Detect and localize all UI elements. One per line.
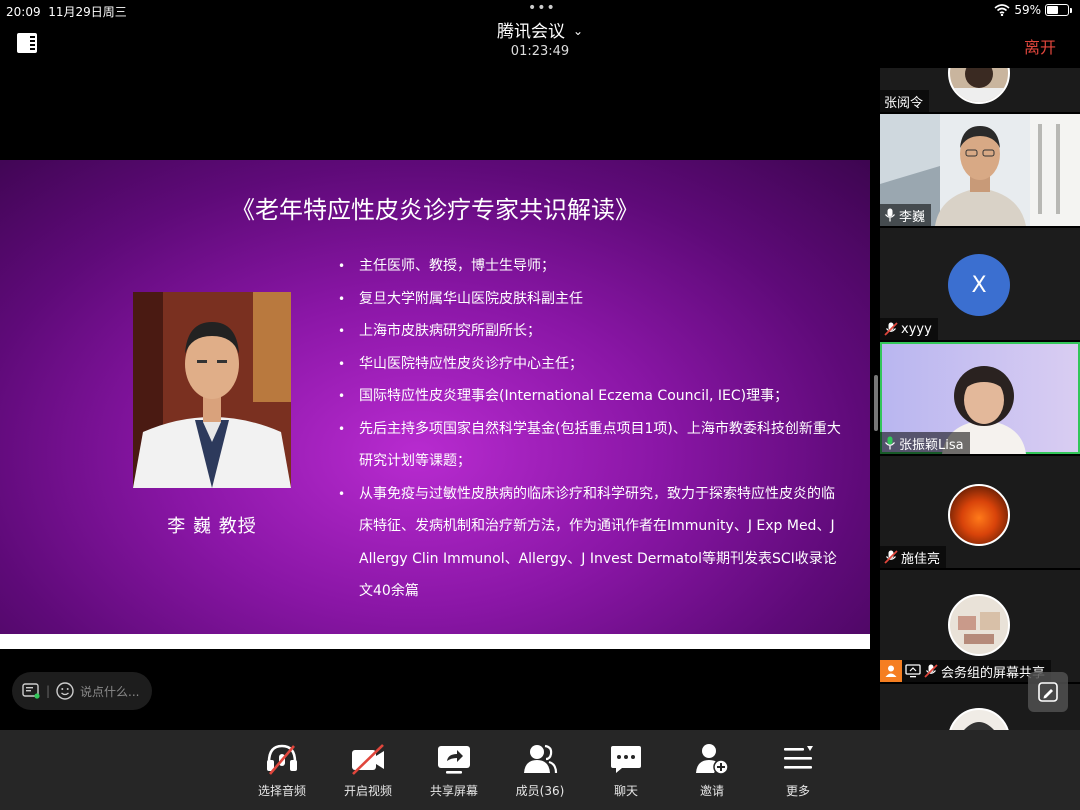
participant-tile[interactable]: 会务组的屏幕共享 [880, 570, 1080, 682]
avatar: X [948, 254, 1010, 316]
mic-active-icon [885, 436, 895, 450]
leave-button[interactable]: 离开 [1024, 34, 1056, 58]
speaker-bio-list: 主任医师、教授，博士生导师； 复旦大学附属华山医院皮肤科副主任 上海市皮肤病研究… [338, 250, 848, 608]
bio-item: 上海市皮肤病研究所副所长； [338, 315, 848, 348]
participant-label: 施佳亮 [880, 546, 947, 568]
status-time: 20:09 11月29日周三 [6, 5, 127, 19]
more-button[interactable]: 更多 [758, 742, 838, 799]
chat-button[interactable]: 聊天 [586, 742, 666, 799]
chat-bubble-icon[interactable] [22, 683, 40, 699]
bio-item: 华山医院特应性皮炎诊疗中心主任； [338, 348, 848, 381]
members-icon [524, 744, 558, 774]
participant-label: 张振颖Lisa [880, 432, 970, 454]
participant-label: 张阅令 [880, 90, 930, 112]
participant-name: xyyy [901, 321, 932, 337]
bio-item: 先后主持多项国家自然科学基金(包括重点项目1项)、上海市教委科技创新重大研究计划… [338, 413, 848, 478]
participant-tile-active[interactable]: 张振颖Lisa [880, 342, 1080, 454]
meeting-title[interactable]: 腾讯会议 [497, 22, 565, 42]
invite-button[interactable]: 邀请 [672, 742, 752, 799]
participant-label: xyyy [880, 318, 938, 340]
bio-item: 复旦大学附属华山医院皮肤科副主任 [338, 283, 848, 316]
presentation-slide: 《老年特应性皮炎诊疗专家共识解读》 李 巍 教授 主任医师、教授，博士生导师； … [0, 160, 870, 634]
participant-name: 施佳亮 [901, 551, 941, 567]
camera-off-icon [352, 744, 384, 775]
status-bar: 20:09 11月29日周三 ••• 59% [0, 0, 1080, 22]
wifi-icon [994, 4, 1010, 16]
participant-list[interactable]: 张阅令 李巍 X xyyy 张振颖Lisa 施佳亮 会务组的屏幕共享 [880, 68, 1080, 730]
participant-name: 张阅令 [884, 95, 924, 111]
shared-screen-area: 《老年特应性皮炎诊疗专家共识解读》 李 巍 教授 主任医师、教授，博士生导师； … [0, 68, 878, 730]
chat-placeholder[interactable]: 说点什么... [80, 683, 139, 700]
host-badge-icon [880, 660, 902, 682]
avatar [948, 68, 1010, 104]
status-right: 59% [994, 3, 1072, 17]
participant-tile[interactable]: 李巍 [880, 114, 1080, 226]
participant-label: 李巍 [880, 204, 932, 226]
mic-muted-icon [884, 550, 898, 564]
select-audio-button[interactable]: 选择音频 [242, 742, 322, 799]
members-button[interactable]: 成员(36) [500, 742, 580, 799]
bio-item: 国际特应性皮炎理事会(International Eczema Council,… [338, 380, 848, 413]
emoji-icon[interactable] [56, 682, 74, 700]
participant-tile[interactable]: X xyyy [880, 228, 1080, 340]
start-video-button[interactable]: 开启视频 [328, 742, 408, 799]
battery-icon [1045, 4, 1069, 16]
bio-item: 从事免疫与过敏性皮肤病的临床诊疗和科学研究，致力于探索特应性皮炎的临床特征、发病… [338, 478, 848, 608]
chat-input-pill[interactable]: | 说点什么... [12, 672, 152, 710]
participant-label: 会务组的屏幕共享 [880, 660, 1052, 682]
participant-name: 张振颖Lisa [899, 437, 964, 453]
share-screen-icon [438, 746, 470, 774]
mic-on-icon [885, 208, 895, 222]
bottom-toolbar: 选择音频 开启视频 共享屏幕 成员(36) 聊天 邀请 更多 [0, 730, 1080, 810]
speaker-portrait [133, 292, 291, 488]
avatar [948, 594, 1010, 656]
battery-percent: 59% [1014, 3, 1041, 17]
mic-muted-icon [924, 664, 938, 678]
mic-muted-icon [884, 322, 898, 336]
slide-title: 《老年特应性皮炎诊疗专家共识解读》 [231, 196, 639, 224]
participant-name: 李巍 [899, 209, 926, 225]
multitasking-dots[interactable]: ••• [528, 0, 556, 16]
panel-resize-handle[interactable] [874, 375, 878, 431]
meeting-title-area[interactable]: 腾讯会议 ⌄ 01:23:49 [0, 22, 1080, 59]
chevron-down-icon[interactable]: ⌄ [573, 24, 583, 38]
avatar [948, 484, 1010, 546]
screen-share-icon [905, 664, 921, 678]
bio-item: 主任医师、教授，博士生导师； [338, 250, 848, 283]
more-menu-icon [784, 746, 813, 769]
participant-tile[interactable]: 张阅令 [880, 68, 1080, 112]
annotate-button[interactable] [1028, 672, 1068, 712]
headphone-muted-icon [267, 744, 297, 775]
pen-icon [1038, 682, 1058, 702]
speaker-name: 李 巍 教授 [167, 516, 257, 537]
share-screen-button[interactable]: 共享屏幕 [414, 742, 494, 799]
meeting-timer: 01:23:49 [510, 44, 570, 59]
title-bar: 腾讯会议 ⌄ 01:23:49 离开 [0, 22, 1080, 68]
participant-tile[interactable]: 施佳亮 [880, 456, 1080, 568]
slide-bottom-strip [0, 634, 870, 649]
avatar [948, 708, 1010, 730]
chat-icon [611, 746, 641, 773]
add-user-icon [696, 744, 729, 775]
